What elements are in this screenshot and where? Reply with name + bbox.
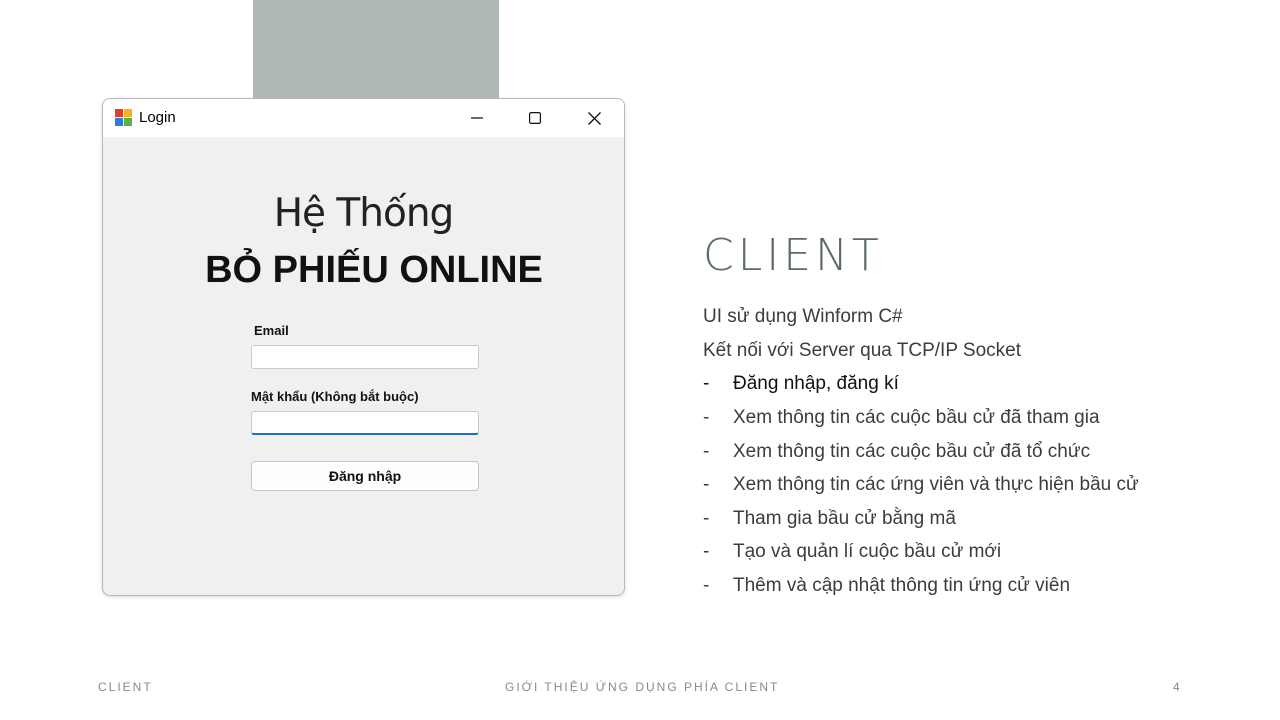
email-label: Email — [254, 323, 289, 338]
info-line: Kết nối với Server qua TCP/IP Socket — [703, 340, 1022, 361]
close-button[interactable] — [565, 99, 623, 137]
app-heading-line1: Hệ Thống — [273, 191, 455, 236]
feature-list-item: - Thêm và cập nhật thông tin ứng cử viên — [703, 575, 1070, 597]
app-heading-line2: BỎ PHIẾU ONLINE — [205, 249, 543, 291]
email-field[interactable] — [251, 345, 479, 369]
footer-center-label: GIỚI THIỆU ỨNG DỤNG PHÍA CLIENT — [505, 680, 780, 694]
feature-list-item: - Xem thông tin các ứng viên và thực hiện… — [703, 474, 1139, 496]
feature-list-item: - Xem thông tin các cuộc bầu cử đã tổ chứ… — [703, 441, 1090, 463]
feature-text: Tham gia bầu cử bằng mã — [733, 508, 956, 529]
feature-list-item: - Đăng nhập, đăng kí — [703, 373, 899, 395]
feature-text: Thêm và cập nhật thông tin ứng cử viên — [733, 575, 1071, 596]
slide-heading: CLIENT — [703, 230, 883, 281]
minimize-button[interactable] — [448, 99, 506, 137]
bullet-marker: - — [703, 441, 710, 462]
maximize-button[interactable] — [506, 99, 564, 137]
bullet-marker: - — [703, 508, 710, 529]
bullet-marker: - — [703, 373, 710, 394]
feature-text: Xem thông tin các cuộc bầu cử đã tham gi… — [733, 407, 1100, 428]
decorative-rectangle — [253, 0, 499, 98]
feature-list-item: - Xem thông tin các cuộc bầu cử đã tham g… — [703, 407, 1100, 429]
feature-list-item: - Tạo và quản lí cuộc bầu cử mới — [703, 541, 1001, 563]
window-title: Login — [139, 109, 176, 126]
page-number: 4 — [1173, 680, 1182, 694]
login-button[interactable]: Đăng nhập — [251, 461, 479, 491]
password-field[interactable] — [251, 411, 479, 435]
app-icon — [115, 109, 132, 126]
info-line: UI sử dụng Winform C# — [703, 306, 903, 327]
feature-text: Đăng nhập, đăng kí — [733, 373, 899, 394]
bullet-marker: - — [703, 474, 710, 495]
minimize-icon — [471, 117, 483, 119]
feature-text: Tạo và quản lí cuộc bầu cử mới — [733, 541, 1002, 562]
bullet-marker: - — [703, 575, 710, 596]
password-label: Mật khẩu (Không bắt buộc) — [251, 389, 419, 404]
maximize-icon — [529, 112, 541, 124]
close-icon — [587, 111, 601, 125]
bullet-marker: - — [703, 407, 710, 428]
feature-list-item: - Tham gia bầu cử bằng mã — [703, 508, 956, 530]
title-bar[interactable]: Login — [103, 99, 624, 137]
footer-left-label: CLIENT — [98, 680, 153, 694]
login-window: Login Hệ Thống BỎ PHIẾU ONLINE Email Mật… — [102, 98, 625, 596]
bullet-marker: - — [703, 541, 710, 562]
feature-text: Xem thông tin các cuộc bầu cử đã tổ chức — [733, 441, 1091, 462]
feature-text: Xem thông tin các ứng viên và thực hiện … — [733, 474, 1139, 495]
